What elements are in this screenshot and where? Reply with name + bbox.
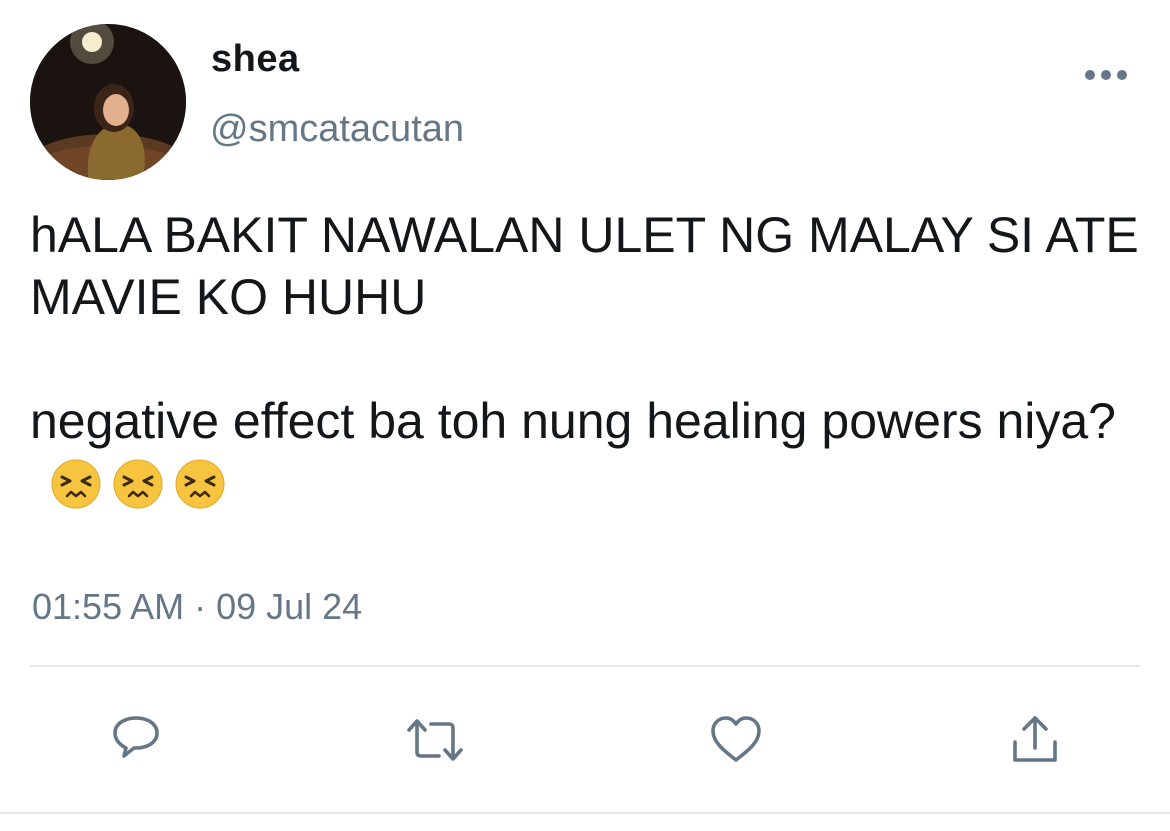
author-display-name[interactable]: shea <box>211 38 300 81</box>
tweet-paragraph-2-text: negative effect ba toh nung healing powe… <box>30 393 1116 449</box>
share-button[interactable] <box>1005 712 1065 768</box>
emoji-group <box>30 455 226 511</box>
tweet-paragraph-2: negative effect ba toh nung healing powe… <box>30 390 1150 514</box>
author-handle[interactable]: @smcatacutan <box>210 108 464 151</box>
tweet-timestamp[interactable]: 01:55 AM · 09 Jul 24 <box>32 586 362 628</box>
like-button[interactable] <box>706 712 766 768</box>
retweet-button[interactable] <box>405 712 465 768</box>
avatar-photo <box>30 24 186 180</box>
heart-icon <box>711 716 761 762</box>
retweet-icon <box>407 719 463 761</box>
persevering-face-emoji-icon <box>51 459 101 509</box>
speech-bubble-icon <box>113 716 159 758</box>
bottom-divider <box>0 812 1170 814</box>
reply-button[interactable] <box>106 712 166 768</box>
tweet-body: hALA BAKIT NAWALAN ULET NG MALAY SI ATE … <box>30 204 1150 514</box>
avatar[interactable] <box>30 24 186 180</box>
more-options-button[interactable] <box>1082 60 1130 90</box>
divider <box>30 665 1140 667</box>
persevering-face-emoji-icon <box>175 459 225 509</box>
more-dots-icon <box>1085 70 1127 80</box>
persevering-face-emoji-icon <box>113 459 163 509</box>
tweet-paragraph-1: hALA BAKIT NAWALAN ULET NG MALAY SI ATE … <box>30 207 1139 325</box>
share-icon <box>1013 716 1057 762</box>
